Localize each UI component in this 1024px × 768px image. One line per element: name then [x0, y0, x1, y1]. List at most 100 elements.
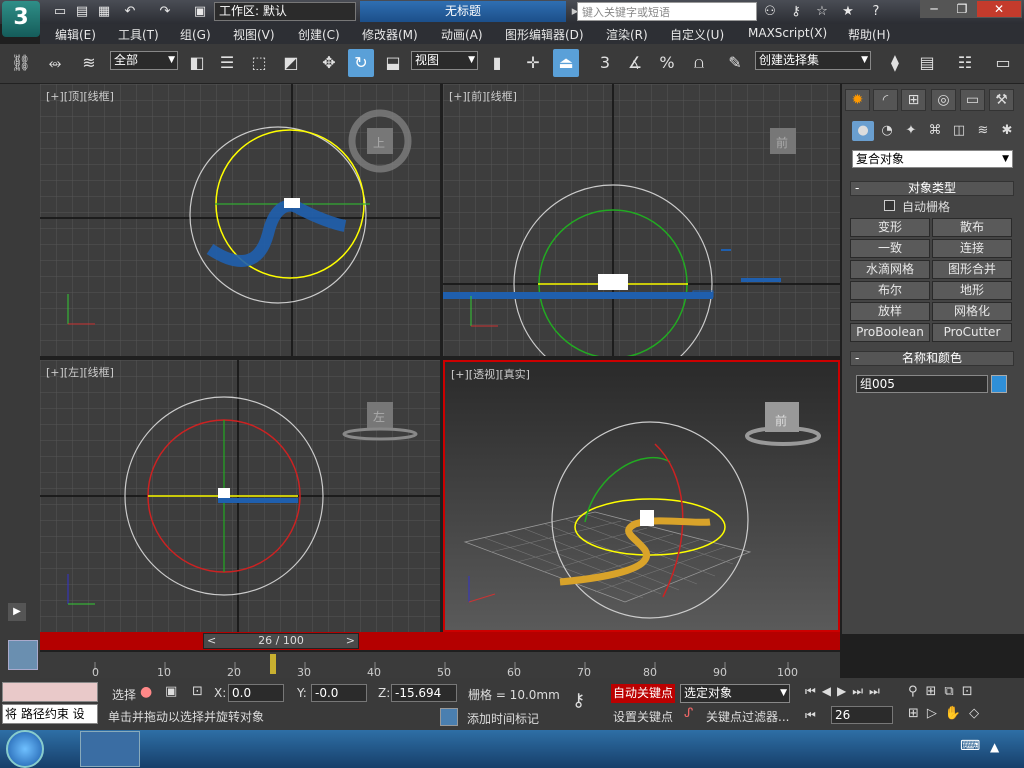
viewport-label[interactable]: [+][左][线框] — [46, 364, 114, 380]
maxscript-output[interactable]: 将 路径约束 设 — [2, 704, 98, 724]
align-icon[interactable]: ▤ — [914, 49, 940, 77]
key-icon[interactable]: ⚷ — [786, 3, 806, 21]
viewport-label[interactable]: [+][顶][线框] — [46, 88, 114, 104]
select-by-name-icon[interactable]: ☰ — [214, 49, 240, 77]
utilities-tab-icon[interactable]: ⚒ — [989, 89, 1014, 111]
rect-selection-icon[interactable]: ⬚ — [246, 49, 272, 77]
menu-animation[interactable]: 动画(A) — [441, 26, 483, 43]
favorites-icon[interactable]: ★ — [838, 3, 858, 21]
link-icon[interactable]: ⛓ — [8, 49, 34, 77]
close-button[interactable]: ✕ — [976, 0, 1022, 18]
auto-grid-checkbox[interactable] — [884, 200, 895, 211]
current-frame-field[interactable]: 26 — [831, 706, 893, 724]
set-key-button[interactable]: 设置关键点 — [613, 708, 673, 725]
menu-help[interactable]: 帮助(H) — [848, 26, 890, 43]
viewport-front[interactable]: [+][前][线框] 前 — [443, 84, 840, 356]
app-logo-icon[interactable]: 3 — [2, 1, 40, 37]
search-input[interactable]: 键入关键字或短语 — [577, 2, 757, 21]
boolean-button[interactable]: 布尔 — [850, 281, 930, 300]
x-coord-field[interactable]: 0.0 — [228, 684, 284, 702]
keyboard-shortcut-override-icon[interactable]: ⏏ — [553, 49, 579, 77]
menu-customize[interactable]: 自定义(U) — [670, 26, 724, 43]
display-tab-icon[interactable]: ▭ — [960, 89, 985, 111]
isolate-selection-icon[interactable]: ● — [140, 684, 152, 700]
scale-icon[interactable]: ⬓ — [380, 49, 406, 77]
viewport-perspective[interactable]: [+][透视][真实] 前 — [443, 360, 840, 632]
viewport-navigation[interactable]: ⚲⊞⧉⊡ — [908, 684, 981, 699]
terrain-button[interactable]: 地形 — [932, 281, 1012, 300]
edit-named-selection-icon[interactable]: ✎ — [722, 49, 748, 77]
viewcube-label[interactable]: 前 — [775, 412, 787, 429]
auto-key-button[interactable]: 自动关键点 — [611, 684, 675, 703]
create-tab-icon[interactable]: ✹ — [845, 89, 870, 111]
lights-icon[interactable]: ✦ — [900, 121, 922, 141]
viewport-label[interactable]: [+][前][线框] — [449, 88, 517, 104]
prev-frame-icon[interactable]: < — [207, 634, 216, 648]
menu-views[interactable]: 视图(V) — [233, 26, 275, 43]
undo-icon[interactable]: ↶ — [120, 3, 140, 21]
time-slider[interactable]: < 26 / 100 > — [203, 633, 359, 649]
mirror-icon[interactable]: ⧫ — [882, 49, 908, 77]
menu-rendering[interactable]: 渲染(R) — [606, 26, 648, 43]
menu-create[interactable]: 创建(C) — [298, 26, 340, 43]
shapemerge-button[interactable]: 图形合并 — [932, 260, 1012, 279]
snaps-toggle-icon[interactable]: 3 — [592, 49, 618, 77]
angle-snap-icon[interactable]: ∡ — [622, 49, 648, 77]
workspace-dropdown[interactable]: 工作区: 默认 — [214, 2, 356, 21]
start-button-icon[interactable] — [6, 730, 44, 768]
rollout-name-color-header[interactable]: - 名称和颜色 — [850, 351, 1014, 366]
hierarchy-tab-icon[interactable]: ⊞ — [901, 89, 926, 111]
tray-arrow-icon[interactable]: ▲ — [990, 740, 999, 754]
select-object-icon[interactable]: ◧ — [184, 49, 210, 77]
proboolean-button[interactable]: ProBoolean — [850, 323, 930, 342]
systems-icon[interactable]: ✱ — [996, 121, 1018, 141]
reference-coord-dropdown[interactable]: 视图 ▼ — [411, 51, 478, 70]
object-color-swatch[interactable] — [991, 375, 1007, 393]
menu-tools[interactable]: 工具(T) — [118, 26, 159, 43]
modify-tab-icon[interactable]: ◜ — [873, 89, 898, 111]
add-time-tag[interactable]: 添加时间标记 — [467, 710, 539, 727]
motion-tab-icon[interactable]: ◎ — [931, 89, 956, 111]
mesher-button[interactable]: 网格化 — [932, 302, 1012, 321]
minimize-button[interactable]: ─ — [920, 0, 948, 18]
scatter-button[interactable]: 散布 — [932, 218, 1012, 237]
object-name-field[interactable]: 组005 — [856, 375, 988, 393]
z-coord-field[interactable]: -15.694 — [391, 684, 457, 702]
geometry-icon[interactable]: ● — [852, 121, 874, 141]
rollout-object-type-header[interactable]: - 对象类型 — [850, 181, 1014, 196]
move-icon[interactable]: ✥ — [316, 49, 342, 77]
star-icon[interactable]: ☆ — [812, 3, 832, 21]
unlink-icon[interactable]: ⥈ — [42, 49, 68, 77]
absolute-mode-icon[interactable]: ⊡ — [192, 684, 203, 699]
window-crossing-icon[interactable]: ◩ — [278, 49, 304, 77]
rotate-icon[interactable]: ↻ — [348, 49, 374, 77]
procutter-button[interactable]: ProCutter — [932, 323, 1012, 342]
key-filter-icon[interactable]: ᔑ — [684, 706, 693, 721]
y-coord-field[interactable]: -0.0 — [311, 684, 367, 702]
set-key-icon[interactable]: ⚷ — [572, 690, 585, 711]
save-file-icon[interactable]: ▦ — [94, 3, 114, 21]
next-frame-icon[interactable]: > — [346, 634, 355, 648]
expand-ribbon-icon[interactable]: ▶ — [8, 603, 26, 621]
selection-filter-dropdown[interactable]: 全部 ▼ — [110, 51, 178, 70]
open-file-icon[interactable]: ▤ — [72, 3, 92, 21]
cameras-icon[interactable]: ⌘ — [924, 121, 946, 141]
helpers-icon[interactable]: ◫ — [948, 121, 970, 141]
viewport-label[interactable]: [+][透视][真实] — [451, 366, 530, 382]
connect-button[interactable]: 连接 — [932, 239, 1012, 258]
viewcube-label[interactable]: 前 — [776, 134, 788, 151]
loft-button[interactable]: 放样 — [850, 302, 930, 321]
binoculars-icon[interactable]: ⚇ — [760, 3, 780, 21]
menu-group[interactable]: 组(G) — [180, 26, 211, 43]
blobmesh-button[interactable]: 水滴网格 — [850, 260, 930, 279]
time-tag-icon[interactable] — [440, 708, 458, 726]
menu-maxscript[interactable]: MAXScript(X) — [748, 26, 827, 40]
named-selection-dropdown[interactable]: 创建选择集 ▼ — [755, 51, 871, 70]
percent-snap-icon[interactable]: % — [654, 49, 680, 77]
conform-button[interactable]: 一致 — [850, 239, 930, 258]
menu-modifiers[interactable]: 修改器(M) — [362, 26, 418, 43]
taskbar-max-app-icon[interactable] — [80, 731, 140, 767]
project-folder-icon[interactable]: ▣ — [190, 3, 210, 21]
layer-manager-icon[interactable]: ☷ — [952, 49, 978, 77]
viewport-top[interactable]: [+][顶][线框] 上 — [40, 84, 440, 356]
